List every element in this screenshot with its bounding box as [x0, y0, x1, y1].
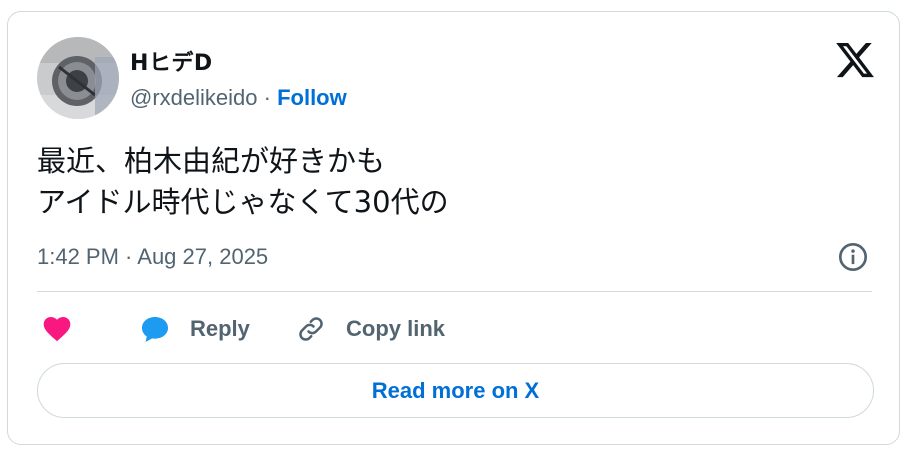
reply-button[interactable]: Reply [138, 310, 250, 348]
read-more-label: Read more on X [371, 377, 540, 403]
handle-row: @rxdelikeido · Follow [130, 85, 347, 111]
user-handle[interactable]: @rxdelikeido [130, 85, 258, 110]
tweet-text-line-2: アイドル時代じゃなくて30代の [37, 185, 449, 219]
copy-link-button[interactable]: Copy link [296, 310, 445, 348]
info-icon[interactable] [837, 241, 869, 273]
separator-dot: · [263, 85, 271, 110]
tweet-timestamp[interactable]: 1:42 PM · Aug 27, 2025 [37, 244, 268, 270]
divider [37, 291, 872, 292]
tweet-text-line-1: 最近、柏木由紀が好きかも [37, 144, 386, 178]
heart-icon [43, 317, 71, 342]
copy-link-label: Copy link [346, 316, 446, 341]
tweet-text: 最近、柏木由紀が好きかも アイドル時代じゃなくて30代の [37, 141, 449, 223]
x-logo-icon[interactable] [834, 39, 876, 81]
follow-button[interactable]: Follow [277, 85, 347, 110]
tweet-card: HヒデD @rxdelikeido · Follow 最近、柏木由紀が好きかも … [7, 11, 900, 445]
display-name[interactable]: HヒデD [130, 45, 213, 77]
avatar[interactable] [37, 37, 119, 119]
link-icon [299, 317, 323, 341]
avatar-image [37, 37, 119, 119]
like-button[interactable] [41, 310, 73, 348]
reply-label: Reply [190, 316, 250, 341]
read-more-button[interactable]: Read more on X [37, 363, 874, 418]
reply-bubble-icon [141, 316, 169, 343]
